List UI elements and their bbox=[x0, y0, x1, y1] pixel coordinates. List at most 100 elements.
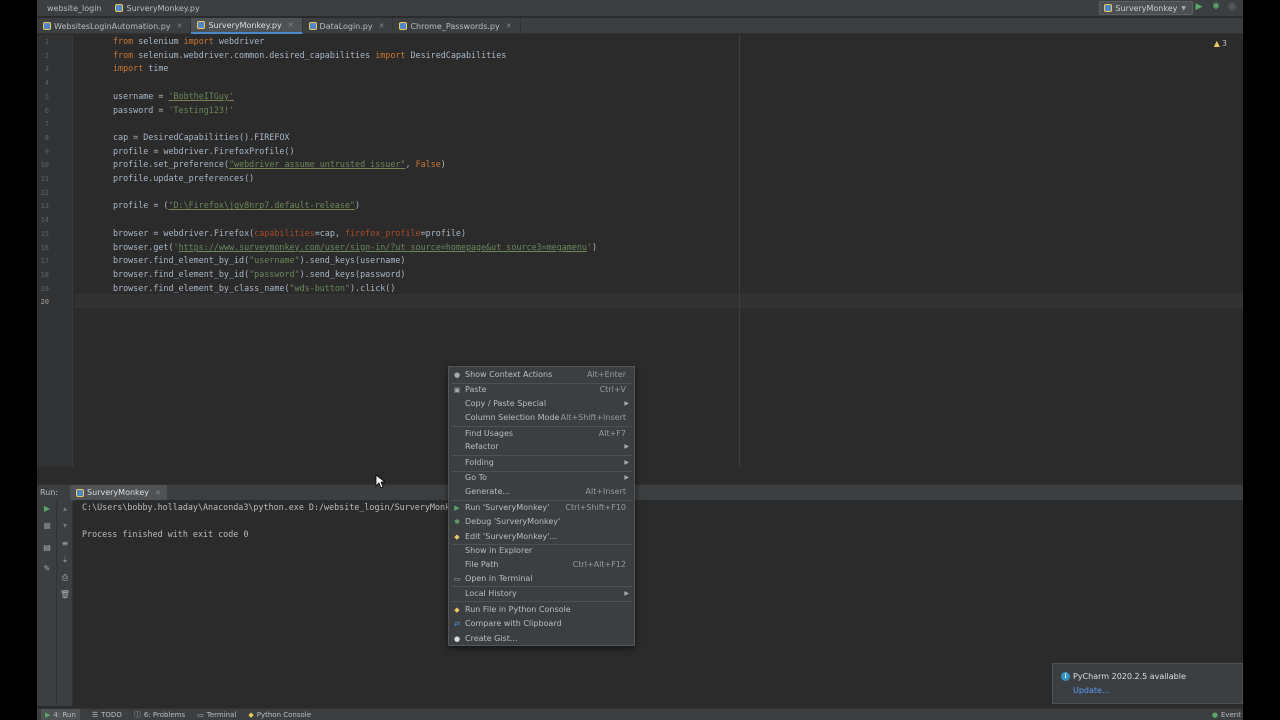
line-number-gutter[interactable]: 1 2 3 4 5 6 7 8 9 10 11 12 13 14 15 16 1… bbox=[37, 35, 73, 467]
close-icon[interactable]: ✕ bbox=[177, 22, 183, 30]
python-file-icon bbox=[399, 22, 408, 30]
terminal-icon: ▭ bbox=[197, 710, 204, 719]
scroll-to-end-icon[interactable]: ⇣ bbox=[59, 555, 71, 565]
run-icon: ▶ bbox=[45, 710, 51, 719]
code-line: browser.find_element_by_class_name("wds-… bbox=[113, 282, 396, 293]
event-log-icon: ● bbox=[1211, 711, 1218, 719]
tool-python-console[interactable]: ◆ Python Console bbox=[248, 711, 311, 719]
code-line: profile.update_preferences() bbox=[113, 173, 255, 183]
run-configuration-select[interactable]: SurveryMonkey ▼ bbox=[1099, 1, 1193, 15]
soft-wrap-icon[interactable]: ≡ bbox=[59, 539, 71, 549]
code-line: cap = DesiredCapabilities().FIREFOX bbox=[113, 131, 290, 142]
menu-column-selection-mode[interactable]: Column Selection Mode Alt+Shift+Insert bbox=[449, 410, 634, 425]
menu-show-context-actions[interactable]: ● Show Context Actions Alt+Enter bbox=[449, 367, 634, 382]
line-number: 19 bbox=[40, 284, 49, 293]
menu-generate[interactable]: Generate... Alt+Insert bbox=[449, 484, 634, 499]
menu-compare-with-clipboard[interactable]: ⇄ Compare with Clipboard bbox=[449, 616, 634, 631]
python-file-icon bbox=[115, 4, 124, 12]
code-editor[interactable]: from selenium import webdriver from sele… bbox=[74, 35, 1243, 467]
menu-copy-paste-special[interactable]: Copy / Paste Special ▶ bbox=[449, 396, 634, 411]
menu-refactor[interactable]: Refactor ▶ bbox=[449, 439, 634, 454]
close-icon[interactable]: ✕ bbox=[379, 22, 385, 30]
run-tool-window-header: Run: SurveryMonkey ✕ bbox=[37, 484, 1243, 501]
line-number: 20 bbox=[40, 298, 49, 307]
close-icon[interactable]: ✕ bbox=[288, 21, 294, 29]
menu-file-path[interactable]: File Path Ctrl+Alt+F12 bbox=[449, 557, 634, 572]
inspection-warnings[interactable]: ▲ 3 bbox=[1214, 39, 1227, 48]
python-icon: ◆ bbox=[454, 532, 460, 541]
menu-folding[interactable]: Folding ▶ bbox=[449, 455, 634, 470]
list-icon: ☰ bbox=[91, 710, 99, 719]
navigation-bar: website_login SurveryMonkey.py SurveryMo… bbox=[37, 0, 1243, 16]
run-icon: ▶ bbox=[454, 503, 460, 512]
menu-paste[interactable]: ▣ Paste Ctrl+V bbox=[449, 382, 634, 397]
tab-websites-login-automation[interactable]: WebsitesLoginAutomation.py ✕ bbox=[37, 18, 192, 34]
chevron-right-icon: ▶ bbox=[624, 400, 629, 407]
print-icon[interactable]: ⎙ bbox=[59, 573, 71, 583]
debug-icon[interactable]: ✱ bbox=[1211, 2, 1221, 13]
close-icon[interactable]: ✕ bbox=[155, 489, 161, 497]
line-number: 3 bbox=[44, 65, 49, 74]
breadcrumb-file[interactable]: SurveryMonkey.py bbox=[115, 4, 200, 13]
python-icon: ◆ bbox=[454, 605, 460, 614]
python-icon: ◆ bbox=[248, 710, 254, 719]
menu-local-history[interactable]: Local History ▶ bbox=[449, 586, 634, 601]
url-link[interactable]: https://www.surveymonkey.com/user/sign-i… bbox=[179, 242, 587, 252]
tab-chrome-passwords[interactable]: Chrome_Passwords.py ✕ bbox=[393, 18, 521, 34]
info-icon: i bbox=[1061, 672, 1070, 681]
code-line: browser.get('https://www.surveymonkey.co… bbox=[113, 241, 598, 252]
tool-terminal[interactable]: ▭ Terminal bbox=[197, 711, 236, 719]
menu-show-in-explorer[interactable]: Show in Explorer bbox=[449, 543, 634, 558]
menu-run[interactable]: ▶ Run 'SurveryMonkey' Ctrl+Shift+F10 bbox=[449, 500, 634, 515]
line-number: 6 bbox=[44, 106, 49, 115]
right-margin-guide bbox=[739, 35, 740, 467]
breadcrumb-project[interactable]: website_login bbox=[47, 4, 101, 13]
update-link[interactable]: Update... bbox=[1073, 686, 1110, 695]
run-icon[interactable]: ▶ bbox=[1194, 2, 1204, 13]
tool-todo[interactable]: ☰ TODO bbox=[92, 711, 122, 719]
python-file-icon bbox=[76, 488, 85, 497]
update-notification[interactable]: i PyCharm 2020.2.5 available Update... bbox=[1052, 663, 1243, 704]
rerun-icon[interactable]: ▶ bbox=[41, 504, 53, 514]
line-number: 13 bbox=[40, 202, 49, 211]
tool-problems[interactable]: ⓘ 6: Problems bbox=[134, 710, 185, 720]
python-file-icon bbox=[1104, 4, 1113, 12]
python-file-icon bbox=[197, 21, 206, 29]
menu-run-in-python-console[interactable]: ◆ Run File in Python Console bbox=[449, 602, 634, 617]
code-line: import time bbox=[113, 63, 169, 74]
code-line: browser.find_element_by_id("password").s… bbox=[113, 268, 406, 279]
screen-border bbox=[1243, 0, 1280, 720]
line-number: 9 bbox=[44, 147, 49, 156]
run-toolbar: ▶ ■ ▤ ✎ bbox=[37, 500, 57, 706]
line-number: 11 bbox=[40, 175, 49, 183]
layout-icon[interactable]: ▤ bbox=[41, 543, 53, 553]
stop-icon[interactable]: ■ bbox=[41, 521, 53, 531]
menu-open-in-terminal[interactable]: ▭ Open in Terminal bbox=[449, 571, 634, 586]
python-file-icon bbox=[308, 22, 317, 30]
tool-event-log[interactable]: ● Event bbox=[1212, 709, 1241, 720]
up-icon[interactable]: ▴ bbox=[59, 504, 71, 514]
line-number: 14 bbox=[40, 216, 49, 225]
github-icon: ● bbox=[453, 634, 461, 643]
menu-create-gist[interactable]: ● Create Gist... bbox=[449, 631, 634, 646]
run-tab-survery-monkey[interactable]: SurveryMonkey ✕ bbox=[70, 484, 167, 501]
code-line: browser.find_element_by_id("username").s… bbox=[113, 255, 406, 266]
chevron-right-icon: ▶ bbox=[624, 590, 629, 597]
menu-edit-configuration[interactable]: ◆ Edit 'SurveryMonkey'... bbox=[449, 529, 634, 544]
console-line: Process finished with exit code 0 bbox=[82, 529, 249, 539]
down-icon[interactable]: ▾ bbox=[59, 521, 71, 531]
close-icon[interactable]: ✕ bbox=[506, 22, 512, 30]
tool-run[interactable]: ▶ 4: Run bbox=[41, 708, 80, 720]
problems-icon: ⓘ bbox=[133, 710, 141, 719]
menu-go-to[interactable]: Go To ▶ bbox=[449, 470, 634, 485]
warning-icon: ▲ bbox=[1213, 39, 1220, 48]
coverage-icon[interactable]: ◎ bbox=[1227, 2, 1237, 13]
trash-icon[interactable]: 🗑 bbox=[59, 590, 71, 600]
run-toolbar-secondary: ▴ ▾ ≡ ⇣ ⎙ 🗑 bbox=[57, 500, 73, 706]
code-line: browser = webdriver.Firefox(capabilities… bbox=[113, 227, 466, 238]
tab-survery-monkey[interactable]: SurveryMonkey.py ✕ bbox=[191, 18, 303, 34]
menu-debug[interactable]: ✱ Debug 'SurveryMonkey' bbox=[449, 514, 634, 529]
pin-icon[interactable]: ✎ bbox=[41, 564, 53, 574]
mouse-cursor-icon bbox=[375, 474, 385, 489]
tab-data-login[interactable]: DataLogin.py ✕ bbox=[303, 18, 394, 34]
